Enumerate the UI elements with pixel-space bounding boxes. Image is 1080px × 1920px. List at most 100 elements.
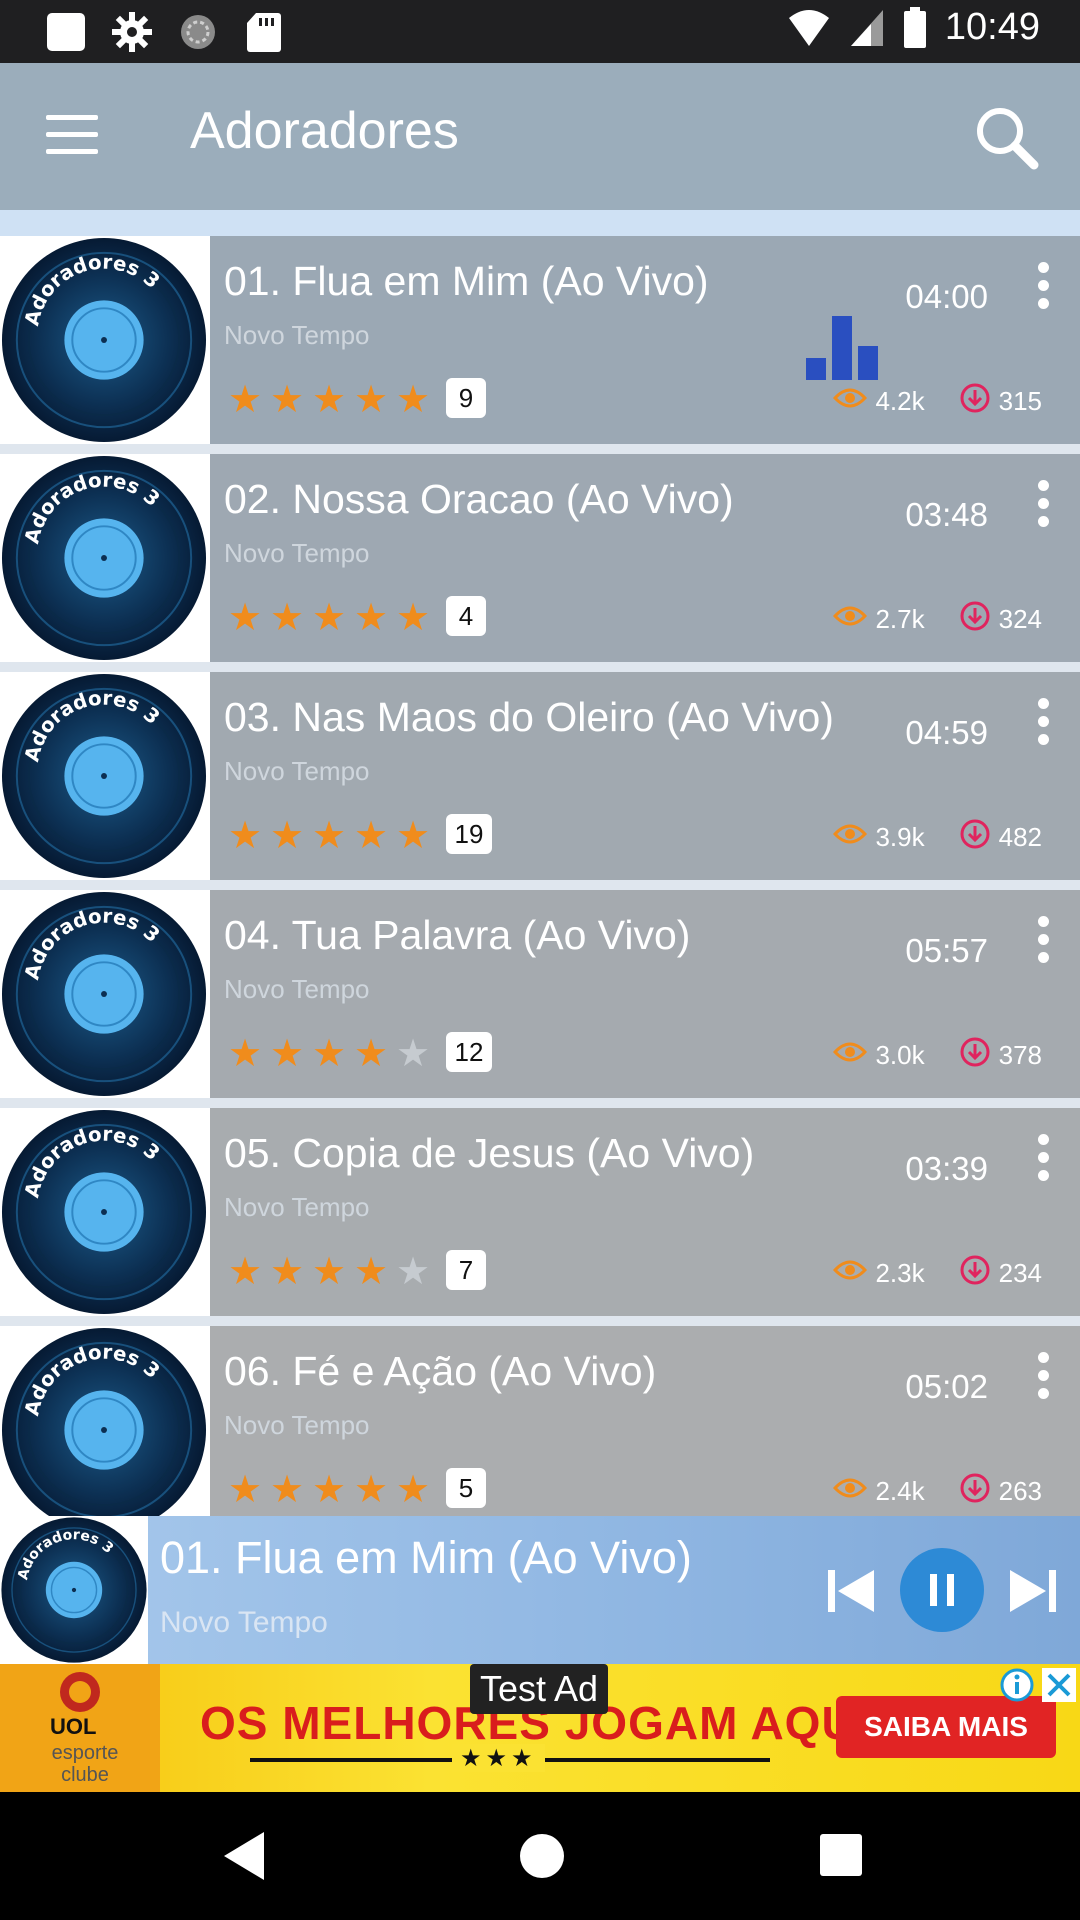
star-rating[interactable]: ★ ★ ★ ★ ★ — [226, 380, 432, 418]
track-info[interactable]: 02. Nossa Oracao (Ao Vivo) Novo Tempo 03… — [210, 454, 1080, 662]
ad-logo: UOL esporte clube — [0, 1664, 160, 1792]
track-title: 05. Copia de Jesus (Ao Vivo) — [224, 1130, 755, 1176]
star-icon[interactable]: ★ — [226, 598, 264, 636]
ad-banner[interactable]: UOL esporte clube OS MELHORES JOGAM AQUI… — [0, 1664, 1080, 1792]
downloads-count: 315 — [998, 386, 1042, 416]
star-icon[interactable]: ★ — [352, 598, 390, 636]
star-icon[interactable]: ★ — [226, 1034, 264, 1072]
pause-button[interactable] — [900, 1548, 984, 1632]
track-info[interactable]: 01. Flua em Mim (Ao Vivo) Novo Tempo 04:… — [210, 236, 1080, 444]
track-row[interactable]: Adoradores 3 03. Nas Maos do Oleiro (Ao … — [0, 672, 1080, 880]
star-icon[interactable]: ★ — [226, 1470, 264, 1508]
star-icon[interactable]: ★ — [394, 1470, 432, 1508]
views-count: 3.9k — [875, 822, 925, 852]
star-rating[interactable]: ★ ★ ★ ★ ★ — [226, 1470, 432, 1508]
star-icon[interactable]: ★ — [310, 816, 348, 854]
downloads-count: 263 — [998, 1476, 1042, 1506]
track-row[interactable]: Adoradores 3 06. Fé e Ação (Ao Vivo) Nov… — [0, 1326, 1080, 1533]
star-icon[interactable]: ★ — [394, 1034, 432, 1072]
more-options-icon[interactable] — [1038, 698, 1050, 746]
next-icon[interactable] — [1008, 1568, 1058, 1614]
search-icon[interactable] — [972, 103, 1040, 171]
star-icon[interactable]: ★ — [310, 598, 348, 636]
star-icon[interactable]: ★ — [310, 380, 348, 418]
star-icon[interactable]: ★ — [226, 1252, 264, 1290]
star-rating[interactable]: ★ ★ ★ ★ ★ — [226, 1034, 432, 1072]
track-artist: Novo Tempo — [224, 756, 370, 786]
track-stats: 4.2k 315 — [833, 382, 1042, 421]
vinyl-record-icon: Adoradores 3 — [1, 455, 207, 661]
star-icon[interactable]: ★ — [310, 1470, 348, 1508]
list-top-spacer — [0, 210, 1080, 236]
app-bar: Adoradores — [0, 63, 1080, 210]
star-icon[interactable]: ★ — [226, 380, 264, 418]
track-duration: 05:57 — [905, 932, 988, 969]
views-count: 4.2k — [875, 386, 925, 416]
star-icon[interactable]: ★ — [268, 1252, 306, 1290]
star-icon[interactable]: ★ — [352, 816, 390, 854]
track-row[interactable]: Adoradores 3 02. Nossa Oracao (Ao Vivo) … — [0, 454, 1080, 662]
star-icon[interactable]: ★ — [394, 1252, 432, 1290]
system-nav-bar — [0, 1792, 1080, 1920]
star-icon[interactable]: ★ — [226, 816, 264, 854]
sim-icon — [44, 10, 88, 54]
views-count: 2.3k — [875, 1258, 925, 1288]
now-playing-bar[interactable]: Adoradores 3 01. Flua em Mim (Ao Vivo) N… — [0, 1516, 1080, 1664]
star-icon[interactable]: ★ — [310, 1252, 348, 1290]
rating-count: 9 — [446, 378, 486, 418]
ad-info-icon[interactable] — [1000, 1668, 1034, 1702]
sync-icon — [176, 10, 220, 54]
download-icon[interactable] — [959, 1472, 991, 1511]
track-artist: Novo Tempo — [224, 974, 370, 1004]
star-rating[interactable]: ★ ★ ★ ★ ★ — [226, 1252, 432, 1290]
star-icon[interactable]: ★ — [394, 598, 432, 636]
star-icon[interactable]: ★ — [268, 816, 306, 854]
star-icon[interactable]: ★ — [352, 380, 390, 418]
track-duration: 05:02 — [905, 1368, 988, 1405]
back-icon[interactable] — [220, 1830, 268, 1882]
star-icon[interactable]: ★ — [394, 816, 432, 854]
home-icon[interactable] — [518, 1832, 566, 1880]
menu-icon[interactable] — [46, 115, 98, 155]
star-icon[interactable]: ★ — [268, 380, 306, 418]
star-icon[interactable]: ★ — [352, 1470, 390, 1508]
star-icon[interactable]: ★ — [394, 380, 432, 418]
recents-icon[interactable] — [818, 1832, 864, 1878]
download-icon[interactable] — [959, 1036, 991, 1075]
rating-count: 12 — [446, 1032, 492, 1072]
star-rating[interactable]: ★ ★ ★ ★ ★ — [226, 816, 432, 854]
track-info[interactable]: 04. Tua Palavra (Ao Vivo) Novo Tempo 05:… — [210, 890, 1080, 1098]
track-artist: Novo Tempo — [224, 1410, 370, 1440]
more-options-icon[interactable] — [1038, 262, 1050, 310]
download-icon[interactable] — [959, 382, 991, 421]
more-options-icon[interactable] — [1038, 480, 1050, 528]
star-icon[interactable]: ★ — [268, 1034, 306, 1072]
track-row[interactable]: Adoradores 3 04. Tua Palavra (Ao Vivo) N… — [0, 890, 1080, 1098]
download-icon[interactable] — [959, 1254, 991, 1293]
track-info[interactable]: 06. Fé e Ação (Ao Vivo) Novo Tempo 05:02… — [210, 1326, 1080, 1516]
track-info[interactable]: 03. Nas Maos do Oleiro (Ao Vivo) Novo Te… — [210, 672, 1080, 880]
star-icon[interactable]: ★ — [268, 1470, 306, 1508]
star-icon[interactable]: ★ — [268, 598, 306, 636]
download-icon[interactable] — [959, 818, 991, 857]
more-options-icon[interactable] — [1038, 916, 1050, 964]
star-icon[interactable]: ★ — [352, 1252, 390, 1290]
star-icon[interactable]: ★ — [310, 1034, 348, 1072]
star-icon[interactable]: ★ — [352, 1034, 390, 1072]
more-options-icon[interactable] — [1038, 1134, 1050, 1182]
more-options-icon[interactable] — [1038, 1352, 1050, 1400]
signal-icon — [850, 9, 883, 46]
star-rating[interactable]: ★ ★ ★ ★ ★ — [226, 598, 432, 636]
track-row[interactable]: Adoradores 3 05. Copia de Jesus (Ao Vivo… — [0, 1108, 1080, 1316]
track-info[interactable]: 05. Copia de Jesus (Ao Vivo) Novo Tempo … — [210, 1108, 1080, 1316]
downloads-count: 378 — [998, 1040, 1042, 1070]
previous-icon[interactable] — [826, 1568, 876, 1614]
battery-icon — [903, 6, 926, 48]
ad-cta-button[interactable]: SAIBA MAIS — [836, 1696, 1056, 1758]
eye-icon — [833, 386, 868, 417]
eye-icon — [833, 604, 868, 635]
track-row[interactable]: Adoradores 3 01. Flua em Mim (Ao Vivo) N… — [0, 236, 1080, 444]
vinyl-record-icon: Adoradores 3 — [1, 1109, 207, 1315]
download-icon[interactable] — [959, 600, 991, 639]
ad-close-icon[interactable] — [1042, 1668, 1076, 1702]
